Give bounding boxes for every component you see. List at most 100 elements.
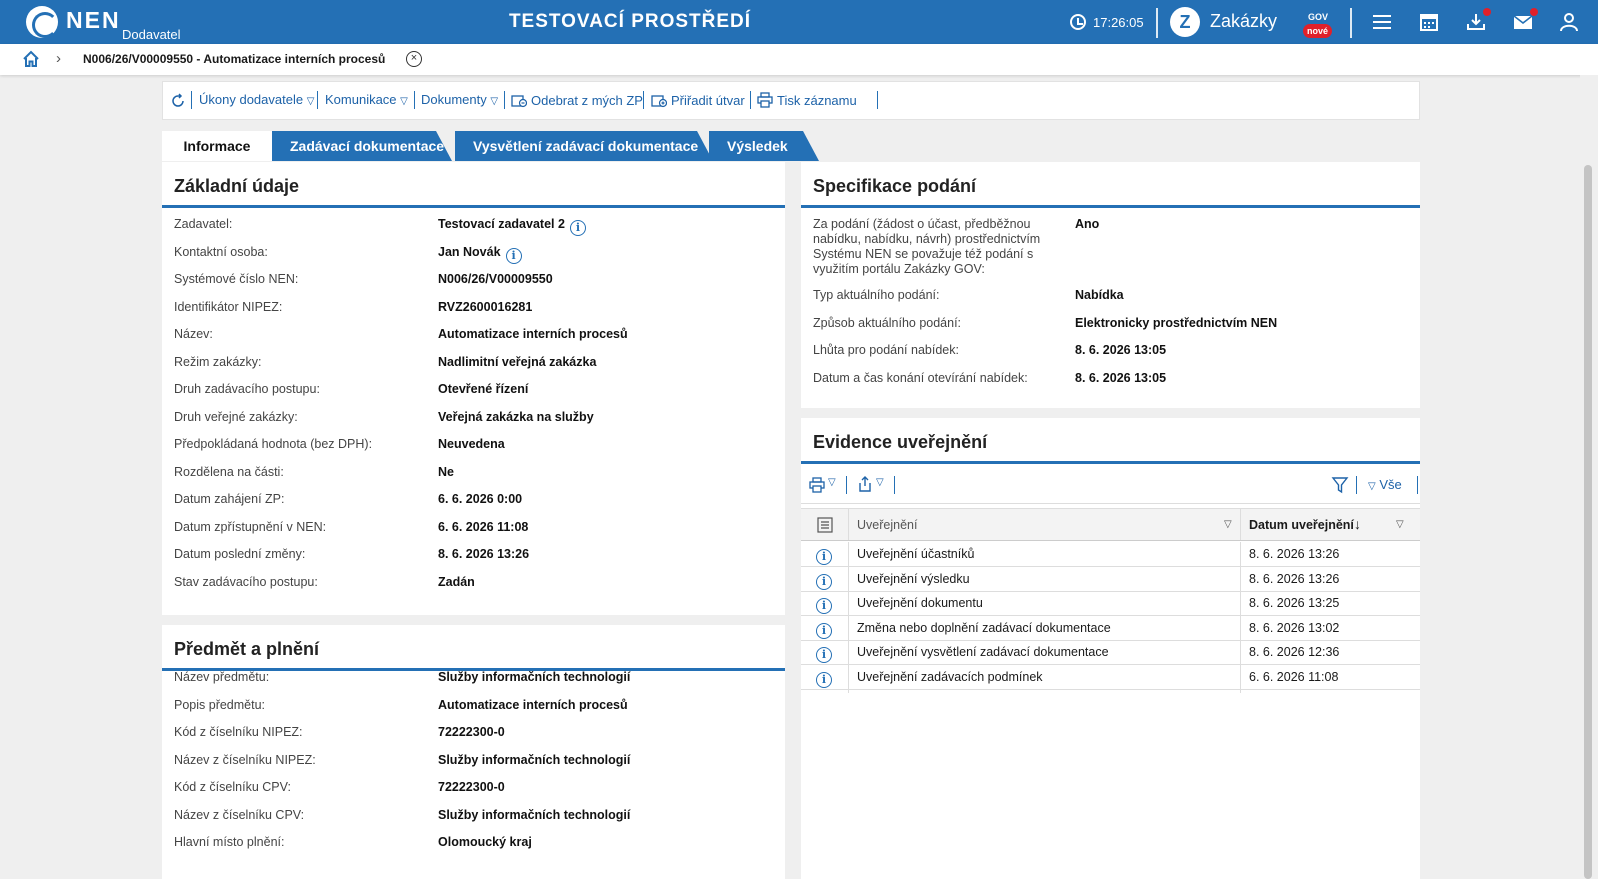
field-value: Elektronicky prostřednictvím NEN xyxy=(1075,316,1277,330)
divider xyxy=(877,91,878,109)
field-value: Veřejná zakázka na služby xyxy=(438,410,594,424)
panel-title: Specifikace podání xyxy=(813,176,977,196)
refresh-icon[interactable] xyxy=(170,93,186,109)
tab-vysvetleni[interactable]: Vysvětlení zadávací dokumentace xyxy=(455,131,713,161)
scrollbar-thumb[interactable] xyxy=(1584,165,1592,879)
table-row[interactable]: i Uveřejnění zadávacích podmínek 6. 6. 202… xyxy=(801,665,1420,690)
table-row[interactable]: i Změna nebo doplnění zadávací dokumentac… xyxy=(801,616,1420,641)
chevron-down-icon: ▽ xyxy=(306,96,315,107)
field-value-text: 8. 6. 2026 13:05 xyxy=(1075,370,1167,385)
chevron-down-icon[interactable]: ▽ xyxy=(828,477,836,488)
field-value-text: Zadán xyxy=(438,574,475,589)
chevron-right-icon: › xyxy=(56,50,61,67)
divider xyxy=(801,205,1420,208)
field-value-text: Neuvedena xyxy=(438,437,505,451)
chevron-down-icon: ▽ xyxy=(400,96,408,107)
chevron-down-icon[interactable]: ▽ xyxy=(1396,519,1404,530)
dokumenty-menu[interactable]: Dokumenty ▽ xyxy=(421,92,498,107)
panel-title: Předmět a plnění xyxy=(174,639,320,659)
column-header-name[interactable]: Uveřejnění xyxy=(857,518,917,532)
field-value: Ano xyxy=(1075,217,1099,231)
row-icon-cell: i xyxy=(816,669,832,688)
basic-info-panel: Základní údaje Zadavatel: Testovací zadav… xyxy=(162,162,785,615)
chevron-down-icon[interactable]: ▽ xyxy=(876,477,884,488)
divider xyxy=(1356,476,1357,494)
notification-dot xyxy=(1483,8,1491,16)
divider xyxy=(894,476,895,494)
column-header-date[interactable]: Datum uveřejnění xyxy=(1249,518,1354,532)
tab-zadavaci-dokumentace[interactable]: Zadávací dokumentace xyxy=(272,131,452,161)
tisk-label: Tisk záznamu xyxy=(777,93,857,108)
info-icon[interactable]: i xyxy=(816,622,832,639)
odebrat-button[interactable]: Odebrat z mých ZP xyxy=(511,92,643,108)
field-value-text: Nadlimitní veřejná zakázka xyxy=(438,354,597,369)
tab-informace[interactable]: Informace xyxy=(162,131,272,161)
field-label: Lhůta pro podání nabídek: xyxy=(813,343,959,357)
field-label: Kód z číselníku NIPEZ: xyxy=(174,725,303,739)
export-icon[interactable] xyxy=(857,476,873,492)
info-icon[interactable]: i xyxy=(816,573,832,590)
close-icon[interactable]: × xyxy=(406,51,422,67)
publication-date: 8. 6. 2026 13:26 xyxy=(1249,547,1340,561)
menu-icon[interactable] xyxy=(1371,12,1393,32)
table-row[interactable]: i Uveřejnění účastníků 8. 6. 2026 13:26 xyxy=(801,542,1420,567)
row-icon-cell: i xyxy=(816,644,832,663)
publication-date: 8. 6. 2026 13:26 xyxy=(1249,571,1340,586)
field-label: Za podání (žádost o účast, předběžnou na… xyxy=(813,217,1041,276)
portal-name[interactable]: Zakázky xyxy=(1210,11,1277,32)
priradit-utvar-button[interactable]: Přiřadit útvar xyxy=(651,92,745,108)
field-value: Testovací zadavatel 2 i xyxy=(438,217,586,236)
calendar-icon[interactable] xyxy=(1418,12,1440,32)
tab-vysledek[interactable]: Výsledek xyxy=(709,131,819,161)
filter-all-dropdown[interactable]: ▽ Vše xyxy=(1368,477,1402,492)
field-label: Datum zpřístupnění v NEN: xyxy=(174,519,327,534)
panel-title: Evidence uveřejnění xyxy=(813,432,988,452)
info-icon[interactable]: i xyxy=(816,549,832,565)
zakazky-logo-icon[interactable]: Z xyxy=(1170,7,1200,37)
field-value: Automatizace interních procesů xyxy=(438,327,628,341)
divider xyxy=(1240,542,1241,693)
field-label: Systémové číslo NEN: xyxy=(174,272,299,286)
info-icon[interactable]: i xyxy=(569,220,586,236)
komunikace-menu[interactable]: Komunikace ▽ xyxy=(325,92,408,107)
field-label: Předpokládaná hodnota (bez DPH): xyxy=(174,437,373,451)
field-value: 8. 6. 2026 13:05 xyxy=(1075,371,1166,385)
divider xyxy=(504,91,505,109)
breadcrumb-current[interactable]: N006/26/V00009550 - Automatizace interní… xyxy=(83,52,385,66)
subject-panel: Předmět a plnění Název předmětu: Služby i… xyxy=(162,625,785,879)
publication-date: 6. 6. 2026 11:08 xyxy=(1249,669,1339,684)
info-icon[interactable]: i xyxy=(505,247,522,264)
field-value-text: Ano xyxy=(1075,217,1100,231)
table-row[interactable]: i Uveřejnění dokumentu 8. 6. 2026 13:25 xyxy=(801,591,1420,616)
field-value-text: Olomoucký kraj xyxy=(438,835,532,849)
publication-date: 8. 6. 2026 13:25 xyxy=(1249,596,1340,610)
table-header: Uveřejnění ▽ Datum uveřejnění ↓ ▽ xyxy=(801,508,1420,541)
field-label: Identifikátor NIPEZ: xyxy=(174,299,283,314)
field-value-text: Služby informačních technologií xyxy=(438,752,631,767)
field-value-text: Elektronicky prostřednictvím NEN xyxy=(1075,315,1278,330)
chevron-down-icon[interactable]: ▽ xyxy=(1224,519,1232,530)
field-value-text: 72222300-0 xyxy=(438,725,505,739)
tisk-zaznamu-button[interactable]: Tisk záznamu xyxy=(757,92,857,108)
field-label: Kód z číselníku CPV: xyxy=(174,780,291,794)
filter-icon[interactable] xyxy=(1331,476,1349,494)
field-label: Popis předmětu: xyxy=(174,697,266,712)
assign-folder-icon xyxy=(651,95,667,108)
user-icon[interactable] xyxy=(1558,12,1580,32)
info-icon[interactable]: i xyxy=(816,647,832,663)
info-icon[interactable]: i xyxy=(816,598,832,614)
ukony-dodavatele-menu[interactable]: Úkony dodavatele ▽ xyxy=(199,92,314,107)
home-icon[interactable] xyxy=(22,50,40,68)
divider xyxy=(846,476,847,494)
table-row[interactable]: i Uveřejnění výsledku 8. 6. 2026 13:26 xyxy=(801,567,1420,592)
info-icon[interactable]: i xyxy=(816,671,832,688)
field-value: 8. 6. 2026 13:05 xyxy=(1075,343,1166,357)
field-value: Jan Novák i xyxy=(438,245,522,264)
table-row[interactable]: i Uveřejnění vysvětlení zadávací dokument… xyxy=(801,640,1420,665)
printer-icon[interactable] xyxy=(809,477,825,493)
sort-descending-icon[interactable]: ↓ xyxy=(1354,516,1361,532)
column-settings-icon[interactable] xyxy=(817,517,833,533)
field-value-text: Jan Novák xyxy=(438,244,501,259)
row-icon-cell: i xyxy=(816,546,832,565)
field-value: 8. 6. 2026 13:26 xyxy=(438,547,529,561)
